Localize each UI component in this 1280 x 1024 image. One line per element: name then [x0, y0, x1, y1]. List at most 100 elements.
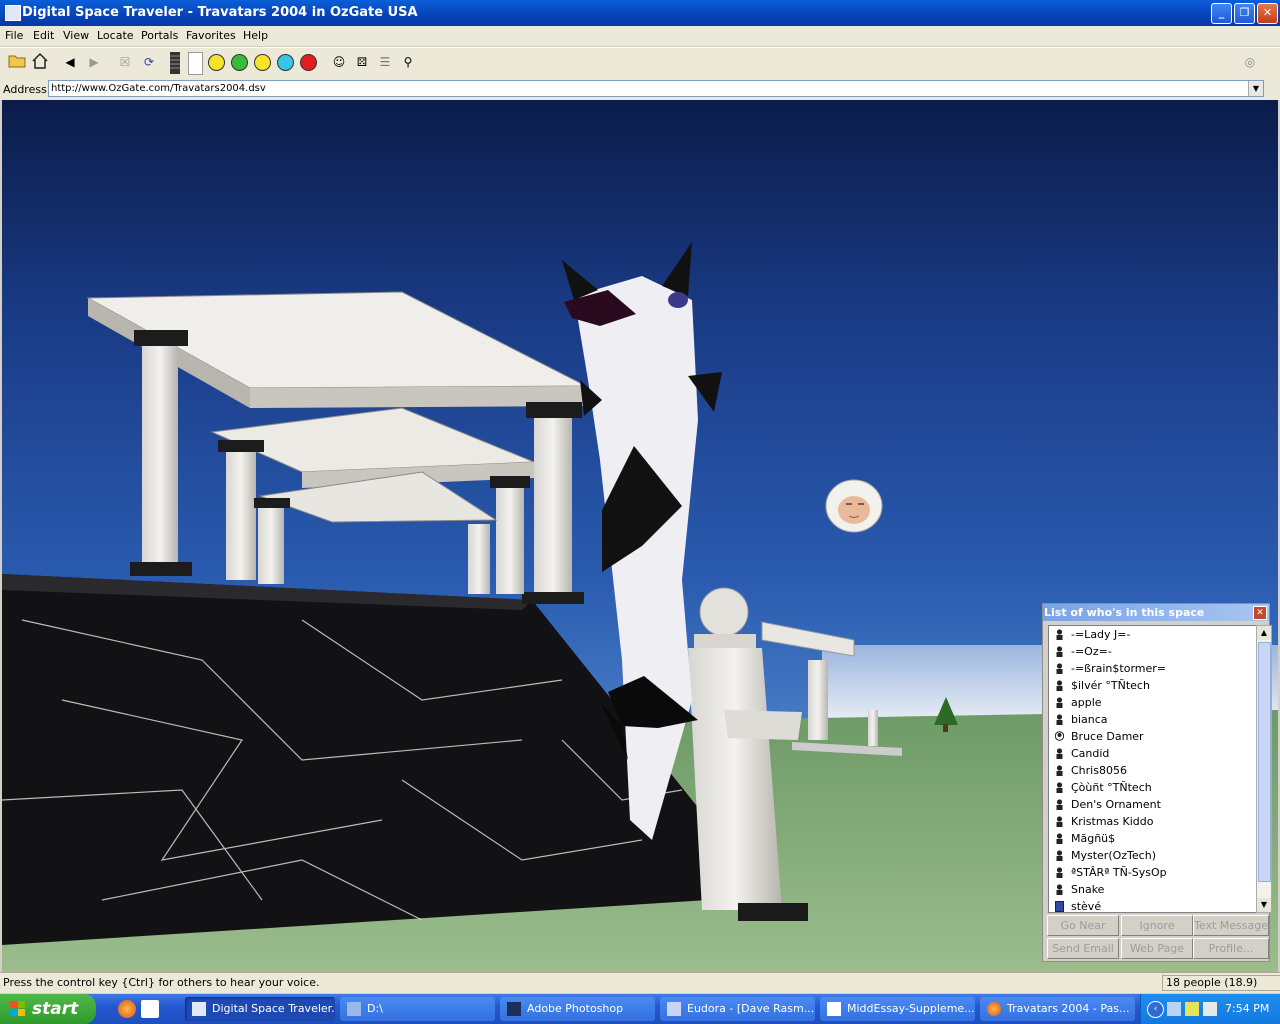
- drive-icon: [347, 1002, 361, 1016]
- list-item[interactable]: -=ßrain$tormer=: [1049, 660, 1257, 677]
- list-item[interactable]: -=Oz=-: [1049, 643, 1257, 660]
- person-name: -=Oz=-: [1071, 645, 1112, 658]
- list-item[interactable]: Chris8056: [1049, 762, 1257, 779]
- list-item[interactable]: Snake: [1049, 881, 1257, 898]
- person-icon: [1056, 663, 1063, 674]
- person-icon: [1055, 901, 1064, 912]
- task-label: MiddEssay-Suppleme...: [847, 1002, 975, 1015]
- text-message-button[interactable]: Text Message: [1193, 915, 1269, 936]
- minimize-button[interactable]: _: [1211, 3, 1232, 24]
- refresh-icon[interactable]: ⟳: [139, 52, 159, 72]
- task-eudora[interactable]: Eudora - [Dave Rasm...: [660, 997, 815, 1021]
- menu-view[interactable]: View: [63, 29, 89, 42]
- list-item[interactable]: stèvé: [1049, 898, 1257, 912]
- person-icon: [1056, 765, 1063, 776]
- eudora-icon: [667, 1002, 681, 1016]
- person-name: Mãgñü$: [1071, 832, 1116, 845]
- system-tray: ‹ 7:54 PM: [1140, 994, 1280, 1024]
- menu-bar: File Edit View Locate Portals Favorites …: [0, 26, 1280, 46]
- forward-arrow-icon[interactable]: ▶: [84, 52, 104, 72]
- taskbar: start Digital Space Traveler... D:\ Adob…: [0, 994, 1280, 1024]
- ignore-button[interactable]: Ignore: [1121, 915, 1193, 936]
- notes-icon[interactable]: ☰: [375, 52, 395, 72]
- list-item[interactable]: ªSTÂRª TÑ-SysOp: [1049, 864, 1257, 881]
- back-arrow-icon[interactable]: ◀: [60, 52, 80, 72]
- menu-portals[interactable]: Portals: [141, 29, 178, 42]
- open-folder-icon[interactable]: [7, 52, 27, 72]
- list-item[interactable]: Bruce Damer: [1049, 728, 1257, 745]
- color-swatch[interactable]: [188, 52, 203, 75]
- go-near-button[interactable]: Go Near: [1047, 915, 1119, 936]
- person-icon: [1056, 816, 1063, 827]
- list-item[interactable]: -=Lady J=-: [1049, 626, 1257, 643]
- 3d-world-viewport[interactable]: List of who's in this space ✕ -=Lady J=-…: [2, 100, 1278, 972]
- who-panel: List of who's in this space ✕ -=Lady J=-…: [1042, 603, 1272, 962]
- list-item[interactable]: Çòùñt °TÑtech: [1049, 779, 1257, 796]
- happy-face-icon[interactable]: [208, 54, 225, 71]
- angry-face-icon[interactable]: [300, 54, 317, 71]
- neutral-face-icon[interactable]: [254, 54, 271, 71]
- sad-face-icon[interactable]: [277, 54, 294, 71]
- task-drive-d[interactable]: D:\: [340, 997, 495, 1021]
- minimize-icon: _: [1218, 6, 1225, 19]
- photoshop-icon: [507, 1002, 521, 1016]
- close-button[interactable]: ✕: [1257, 3, 1278, 24]
- status-bar: Press the control key {Ctrl} for others …: [0, 972, 1280, 993]
- person-icon: [1056, 697, 1063, 708]
- home-icon[interactable]: [30, 52, 50, 72]
- chevron-down-icon[interactable]: ▼: [1248, 81, 1263, 96]
- task-travatars-2004[interactable]: Travatars 2004 - Pas...: [980, 997, 1135, 1021]
- network-icon[interactable]: [1167, 1002, 1181, 1016]
- menu-locate[interactable]: Locate: [97, 29, 134, 42]
- scroll-down-icon[interactable]: ▼: [1257, 898, 1271, 912]
- scroll-thumb[interactable]: [1258, 642, 1271, 882]
- list-scrollbar[interactable]: ▲ ▼: [1256, 625, 1272, 913]
- person-icon: [1056, 646, 1063, 657]
- person-icon: [1056, 714, 1063, 725]
- surprised-face-icon[interactable]: [231, 54, 248, 71]
- avatar-tool-icon[interactable]: ☺: [329, 52, 349, 72]
- person-icon: [1056, 680, 1063, 691]
- firefox-quicklaunch-icon[interactable]: [118, 1000, 136, 1018]
- people-list[interactable]: -=Lady J=- -=Oz=- -=ßrain$tormer= $ilvér…: [1048, 625, 1258, 913]
- task-midd-essay[interactable]: MiddEssay-Suppleme...: [820, 997, 975, 1021]
- menu-file[interactable]: File: [5, 29, 23, 42]
- web-page-button[interactable]: Web Page: [1121, 938, 1193, 959]
- send-email-button[interactable]: Send Email: [1047, 938, 1119, 959]
- app-icon: [5, 5, 21, 21]
- dice-icon[interactable]: ⚄: [352, 52, 372, 72]
- list-item[interactable]: $ilvér °TÑtech: [1049, 677, 1257, 694]
- list-item[interactable]: Candid: [1049, 745, 1257, 762]
- list-item[interactable]: Kristmas Kiddo: [1049, 813, 1257, 830]
- menu-help[interactable]: Help: [243, 29, 268, 42]
- person-icon: [1056, 850, 1063, 861]
- list-item[interactable]: Myster(OzTech): [1049, 847, 1257, 864]
- scroll-up-icon[interactable]: ▲: [1257, 626, 1271, 640]
- list-item[interactable]: apple: [1049, 694, 1257, 711]
- task-digital-space-traveler[interactable]: Digital Space Traveler...: [185, 997, 335, 1021]
- address-input[interactable]: http://www.OzGate.com/Travatars2004.dsv …: [48, 80, 1264, 97]
- list-item[interactable]: bianca: [1049, 711, 1257, 728]
- restore-button[interactable]: ❐: [1234, 3, 1255, 24]
- menu-edit[interactable]: Edit: [33, 29, 54, 42]
- person-name: ªSTÂRª TÑ-SysOp: [1071, 866, 1167, 879]
- list-item[interactable]: Mãgñü$: [1049, 830, 1257, 847]
- volume-bar-icon[interactable]: [165, 52, 185, 74]
- list-item[interactable]: Den's Ornament: [1049, 796, 1257, 813]
- start-button[interactable]: start: [0, 994, 96, 1024]
- desktop-quicklaunch-icon[interactable]: [141, 1000, 159, 1018]
- tray-app-icon[interactable]: [1185, 1002, 1199, 1016]
- person-name: Çòùñt °TÑtech: [1071, 781, 1152, 794]
- task-adobe-photoshop[interactable]: Adobe Photoshop: [500, 997, 655, 1021]
- close-icon[interactable]: ✕: [1253, 606, 1267, 620]
- tray-expand-icon[interactable]: ‹: [1147, 1001, 1164, 1018]
- volume-icon[interactable]: [1203, 1002, 1217, 1016]
- person-name: Candid: [1071, 747, 1110, 760]
- menu-favorites[interactable]: Favorites: [186, 29, 236, 42]
- profile-button[interactable]: Profile...: [1193, 938, 1269, 959]
- stop-icon[interactable]: ☒: [115, 52, 135, 72]
- search-people-icon[interactable]: ⚲: [398, 52, 418, 72]
- person-icon: [1056, 748, 1063, 759]
- person-name: Chris8056: [1071, 764, 1127, 777]
- task-label: Adobe Photoshop: [527, 1002, 624, 1015]
